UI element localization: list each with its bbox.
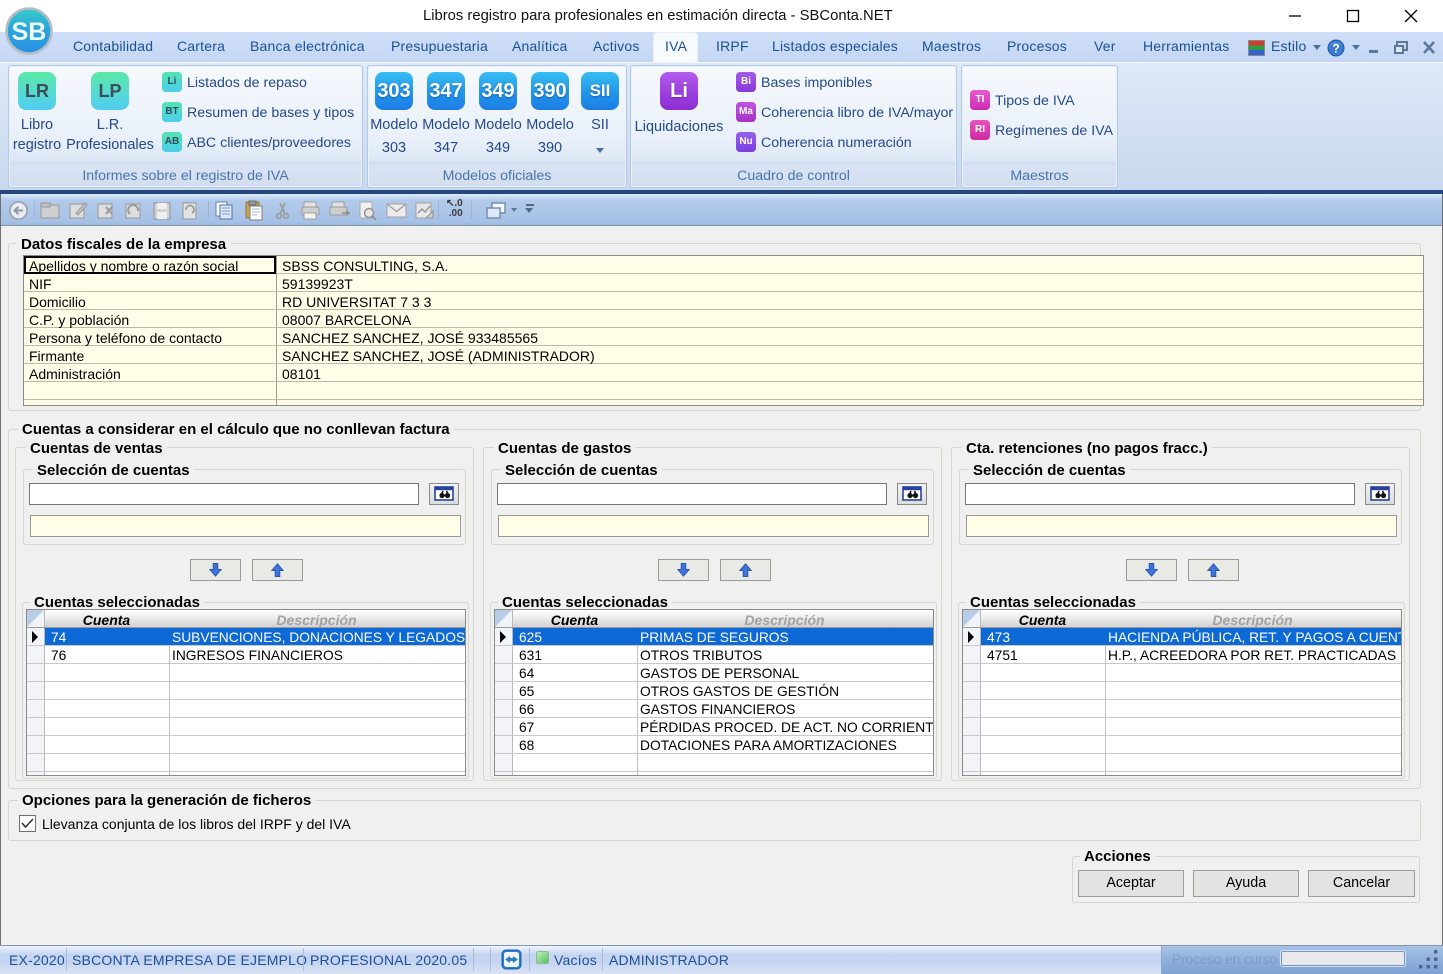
svg-text:SB: SB (12, 18, 47, 46)
svg-text:?: ? (1332, 42, 1339, 56)
